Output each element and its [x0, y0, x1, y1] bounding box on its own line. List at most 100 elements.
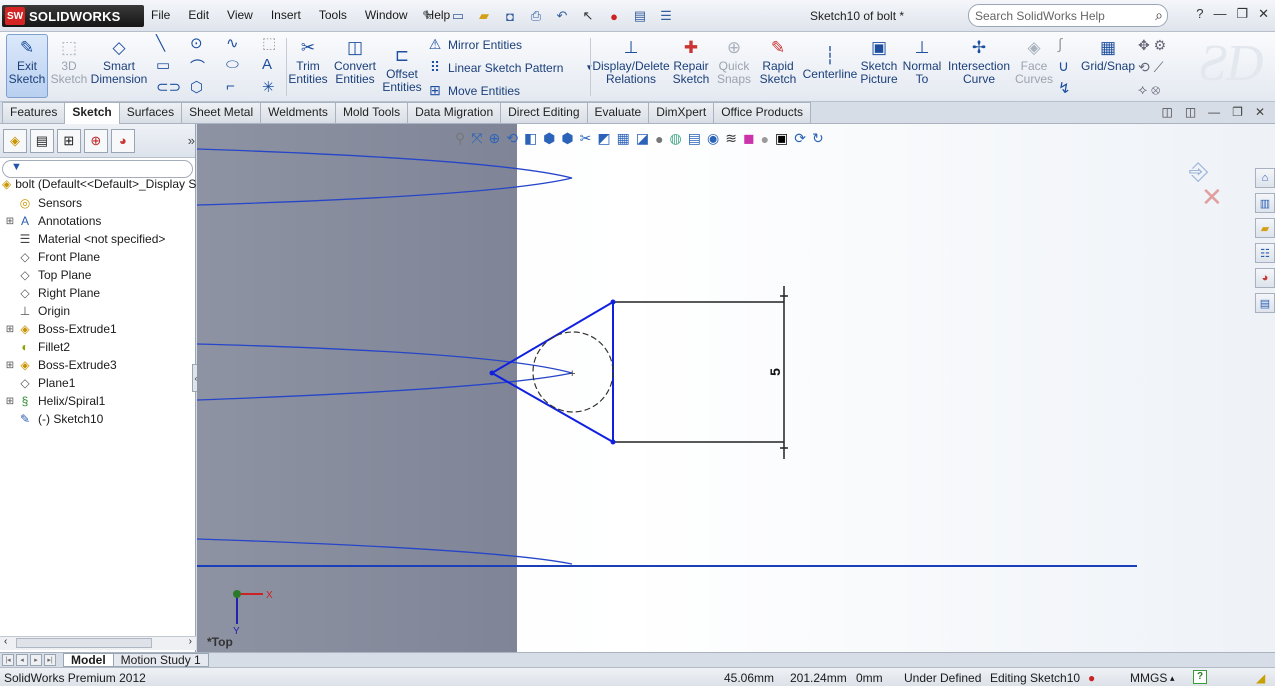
- tree-item[interactable]: ⊞ § Helix/Spiral1: [0, 392, 196, 410]
- resize-grip-icon[interactable]: ◢: [1256, 671, 1265, 685]
- tab-mold-tools[interactable]: Mold Tools: [334, 102, 409, 123]
- propertymanager-icon[interactable]: ▤: [29, 128, 54, 153]
- new-document-icon[interactable]: ▭: [448, 6, 468, 26]
- last-tab-icon[interactable]: ▸|: [44, 654, 56, 666]
- scale-icon[interactable]: ⊗: [1151, 81, 1160, 97]
- sketch-fillet-icon[interactable]: ⟲: [1138, 59, 1150, 75]
- expand-toggle-icon[interactable]: ⊞: [4, 396, 16, 407]
- design-library-icon[interactable]: ▥: [1255, 193, 1275, 213]
- tree-item[interactable]: ◇ Top Plane: [0, 266, 196, 284]
- realview-icon[interactable]: ◉: [707, 130, 719, 147]
- cancel-sketch-icon[interactable]: ✕: [1201, 182, 1229, 213]
- select-arrow-icon[interactable]: ↖: [578, 6, 598, 26]
- intersection-curve-button[interactable]: ✢ Intersection Curve: [946, 34, 1012, 86]
- doc-close-icon[interactable]: ✕: [1255, 105, 1265, 119]
- appearances-scenes-icon[interactable]: ◕: [1255, 268, 1275, 288]
- dynamic-annotation-icon[interactable]: ✂: [580, 130, 592, 147]
- expand-toggle-icon[interactable]: ⊞: [4, 360, 16, 371]
- view-palette-icon[interactable]: ☷: [1255, 243, 1275, 263]
- rotate-view-icon[interactable]: ⟳: [794, 130, 806, 147]
- offset-entities-button[interactable]: ⊏ Offset Entities: [382, 42, 422, 94]
- menu-edit[interactable]: Edit: [179, 8, 218, 22]
- tile-vertical-icon[interactable]: ◫: [1185, 105, 1196, 119]
- dimxpertmanager-icon[interactable]: ⊕: [83, 128, 108, 153]
- text-icon[interactable]: A: [262, 56, 272, 73]
- face-curves-button[interactable]: ◈ Face Curves: [1014, 34, 1054, 86]
- sketch-point[interactable]: [610, 439, 616, 445]
- options-icon[interactable]: ☰: [656, 6, 676, 26]
- slot-icon[interactable]: ⊂⊃: [156, 78, 181, 96]
- convert-entities-button[interactable]: ◫ Convert Entities: [332, 34, 378, 86]
- graphics-area[interactable]: + 5 X Y *Top ⚲ ⤧ ⊕ ⟲ ◧ ⬢ ⬢ ✂ ◩ ▦ ◪ ● ◍ ▤…: [197, 124, 1275, 652]
- color-wheel-icon[interactable]: ◼: [743, 130, 755, 147]
- menu-view[interactable]: View: [218, 8, 262, 22]
- construction-geometry-icon[interactable]: ⬚: [262, 34, 276, 52]
- u-curve-icon[interactable]: ∪: [1058, 56, 1080, 78]
- solidworks-logo[interactable]: SW SOLIDWORKS: [2, 5, 144, 27]
- linear-sketch-pattern-button[interactable]: ⠿ Linear Sketch Pattern ▼: [426, 59, 593, 76]
- help-search-box[interactable]: Search SolidWorks Help ⌕: [968, 4, 1168, 27]
- tree-item[interactable]: ⊥ Origin: [0, 302, 196, 320]
- view-settings-icon[interactable]: ▤: [688, 130, 701, 147]
- blocks-icon[interactable]: ✥: [1138, 37, 1150, 53]
- prev-tab-icon[interactable]: ◂: [16, 654, 28, 666]
- tab-direct-editing[interactable]: Direct Editing: [500, 102, 588, 123]
- units-menu-icon[interactable]: ▴: [1170, 673, 1175, 684]
- tab-features[interactable]: Features: [2, 102, 66, 123]
- doc-minimize-icon[interactable]: —: [1208, 105, 1220, 119]
- restore-icon[interactable]: ❐: [1236, 6, 1248, 22]
- tile-horizontal-icon[interactable]: ◫: [1161, 105, 1172, 119]
- ambient-occlusion-icon[interactable]: ●: [761, 131, 769, 147]
- tree-item[interactable]: ◇ Right Plane: [0, 284, 196, 302]
- circle-icon[interactable]: ⊙: [190, 34, 203, 52]
- featuremanager-tree-icon[interactable]: ◈: [3, 128, 27, 153]
- search-icon[interactable]: ⌕: [1155, 7, 1163, 24]
- trim-entities-button[interactable]: ✂ Trim Entities: [288, 34, 328, 86]
- quick-snaps-button[interactable]: ⊕ Quick Snaps: [714, 34, 754, 86]
- scroll-right-icon[interactable]: ›: [189, 636, 192, 647]
- display-delete-relations-button[interactable]: ⊥ Display/Delete Relations: [592, 34, 669, 86]
- arc-icon[interactable]: ⌒: [190, 56, 205, 77]
- view-orientation-icon[interactable]: ◩: [597, 130, 610, 147]
- fillet-sketch-icon[interactable]: ⌐: [226, 78, 235, 95]
- exit-sketch-button[interactable]: ✎ Exit Sketch: [8, 34, 46, 86]
- unit-system[interactable]: MMGS: [1130, 671, 1167, 685]
- tab-dimxpert[interactable]: DimXpert: [648, 102, 715, 123]
- sketch-point[interactable]: [489, 370, 495, 376]
- polygon-icon[interactable]: ⬡: [190, 78, 203, 96]
- first-tab-icon[interactable]: |◂: [2, 654, 14, 666]
- walkthrough-icon[interactable]: ⚲: [455, 130, 465, 147]
- menu-tools[interactable]: Tools: [310, 8, 356, 22]
- mirror-entities-button[interactable]: ⚠ Mirror Entities: [426, 36, 522, 53]
- dimension-value[interactable]: 5: [767, 368, 783, 376]
- cube-front-icon[interactable]: ⬢: [561, 130, 573, 147]
- tab-sketch[interactable]: Sketch: [64, 102, 120, 124]
- sketch-picture-button[interactable]: ▣ Sketch Picture: [858, 34, 900, 86]
- tab-sheet-metal[interactable]: Sheet Metal: [181, 102, 262, 123]
- menu-insert[interactable]: Insert: [262, 8, 310, 22]
- displaymanager-icon[interactable]: ◕: [110, 128, 135, 153]
- save-icon[interactable]: ◘: [500, 6, 520, 26]
- hide-show-items-icon[interactable]: ◪: [636, 130, 649, 147]
- perspective-icon[interactable]: ▣: [775, 130, 788, 147]
- spline-icon[interactable]: ∿: [226, 34, 239, 52]
- gear-icon[interactable]: ⚙: [1154, 37, 1167, 53]
- tree-root-part[interactable]: ◈ bolt (Default<<Default>_Display S: [2, 177, 196, 191]
- section-view-icon[interactable]: ◧: [524, 130, 537, 147]
- tree-horizontal-scrollbar[interactable]: ‹ ›: [0, 636, 196, 650]
- sketch-chamfer-icon[interactable]: ⟋: [1154, 59, 1164, 75]
- expand-toggle-icon[interactable]: ⊞: [4, 324, 16, 335]
- file-explorer-icon[interactable]: ▰: [1255, 218, 1275, 238]
- tab-surfaces[interactable]: Surfaces: [118, 102, 183, 123]
- sketch-point[interactable]: [610, 299, 616, 305]
- tree-item[interactable]: ✎ (-) Sketch10: [0, 410, 196, 428]
- tree-item[interactable]: ⊞ A Annotations: [0, 212, 196, 230]
- smart-dimension-button[interactable]: ◇ Smart Dimension: [91, 34, 148, 86]
- 3d-sketch-button[interactable]: ⬚ 3D Sketch: [50, 34, 88, 86]
- tree-filter-field[interactable]: ▼: [2, 160, 193, 178]
- next-tab-icon[interactable]: ▸: [30, 654, 42, 666]
- move-entities-button[interactable]: ⊞ Move Entities: [426, 82, 520, 99]
- centerline-button[interactable]: ┆ Centerline: [802, 42, 858, 81]
- display-style-icon[interactable]: ▦: [617, 130, 630, 147]
- tree-item[interactable]: ☰ Material <not specified>: [0, 230, 196, 248]
